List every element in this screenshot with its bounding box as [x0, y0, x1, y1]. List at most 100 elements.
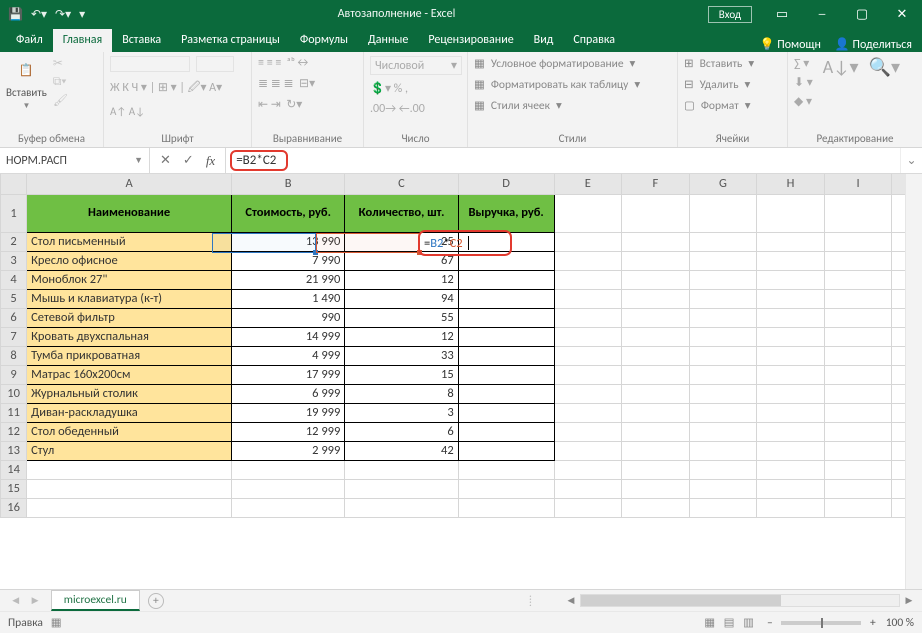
row-header[interactable]: 9	[1, 365, 27, 384]
row-header[interactable]: 10	[1, 384, 27, 403]
format-painter-icon[interactable]: 🖌	[53, 93, 68, 108]
formula-input[interactable]: =B2*C2	[226, 148, 900, 173]
paste-button[interactable]: 📋 Вставить ▼	[6, 56, 47, 111]
format-cells-button[interactable]: ▢ Формат ▾	[684, 98, 751, 113]
cell[interactable]	[458, 422, 554, 441]
cell[interactable]: 19 999	[232, 403, 345, 422]
tab-review[interactable]: Рецензирование	[418, 29, 523, 52]
share-button[interactable]: 👤 Поделиться	[835, 37, 912, 52]
cell[interactable]: 14 999	[232, 327, 345, 346]
tab-formulas[interactable]: Формулы	[290, 29, 358, 52]
row-header[interactable]: 4	[1, 270, 27, 289]
format-as-table-button[interactable]: ▦ Форматировать как таблицу ▾	[474, 77, 640, 92]
cell[interactable]: 21 990	[232, 270, 345, 289]
cell[interactable]: 42	[345, 441, 458, 460]
sheet-nav-prev-icon[interactable]: ◄	[10, 594, 21, 608]
name-box[interactable]: НОРМ.РАСП ▼	[0, 148, 150, 173]
cell[interactable]: 67	[345, 251, 458, 270]
cell[interactable]	[458, 365, 554, 384]
tab-layout[interactable]: Разметка страницы	[171, 29, 290, 52]
cell[interactable]: Стул	[27, 441, 232, 460]
view-normal-icon[interactable]: ▦	[704, 616, 715, 630]
cell[interactable]	[458, 327, 554, 346]
hscroll-right[interactable]: ►	[902, 594, 916, 608]
cell[interactable]: 12	[345, 327, 458, 346]
cell[interactable]: Диван-раскладушка	[27, 403, 232, 422]
chevron-down-icon[interactable]: ▼	[134, 155, 143, 166]
sheet-nav-next-icon[interactable]: ►	[29, 594, 40, 608]
cell[interactable]: 6 999	[232, 384, 345, 403]
cell[interactable]	[458, 441, 554, 460]
col-header[interactable]: C	[345, 174, 458, 194]
table-header[interactable]: Наименование	[27, 194, 232, 232]
cell[interactable]	[458, 251, 554, 270]
table-header[interactable]: Стоимость, руб.	[232, 194, 345, 232]
view-pagelayout-icon[interactable]: ▤	[724, 616, 735, 630]
cell[interactable]: 8	[345, 384, 458, 403]
col-header[interactable]: F	[622, 174, 690, 194]
col-header[interactable]: H	[757, 174, 825, 194]
sort-filter-icon[interactable]: A↓▾	[823, 56, 859, 78]
select-all-corner[interactable]	[1, 174, 27, 194]
restore-button[interactable]: ▢	[842, 7, 882, 22]
row-header[interactable]: 3	[1, 251, 27, 270]
cell[interactable]: 990	[232, 308, 345, 327]
cell[interactable]: Матрас 160х200см	[27, 365, 232, 384]
cell[interactable]: 94	[345, 289, 458, 308]
row-header[interactable]: 6	[1, 308, 27, 327]
insert-cells-button[interactable]: ⊞ Вставить ▾	[684, 56, 754, 71]
zoom-level[interactable]: 100 %	[886, 616, 914, 630]
row-header[interactable]: 13	[1, 441, 27, 460]
tab-file[interactable]: Файл	[6, 29, 53, 52]
cell[interactable]	[458, 403, 554, 422]
cell[interactable]	[458, 346, 554, 365]
tab-help[interactable]: Справка	[563, 29, 625, 52]
col-header[interactable]: E	[554, 174, 622, 194]
cell[interactable]: Кресло офисное	[27, 251, 232, 270]
cell[interactable]: Тумба прикроватная	[27, 346, 232, 365]
cell[interactable]: 33	[345, 346, 458, 365]
row-header[interactable]: 16	[1, 498, 27, 517]
delete-cells-button[interactable]: ⊟ Удалить ▾	[684, 77, 750, 92]
hscroll-left[interactable]: ◄	[564, 594, 578, 608]
cell[interactable]: 2 999	[232, 441, 345, 460]
cell[interactable]: 7 990	[232, 251, 345, 270]
horizontal-scrollbar[interactable]	[580, 594, 900, 607]
cancel-formula-button[interactable]: ✕	[160, 153, 171, 168]
row-header[interactable]: 11	[1, 403, 27, 422]
expand-formula-bar[interactable]: ⌄	[900, 148, 922, 173]
view-pagebreak-icon[interactable]: ▥	[743, 616, 754, 630]
cell[interactable]: 55	[345, 308, 458, 327]
cell[interactable]: Журнальный столик	[27, 384, 232, 403]
assist-button[interactable]: 💡 Помощн	[760, 37, 821, 52]
row-header[interactable]: 1	[1, 194, 27, 232]
cell[interactable]	[458, 270, 554, 289]
copy-icon[interactable]: ⧉▾	[53, 75, 68, 89]
row-header[interactable]: 15	[1, 479, 27, 498]
row-header[interactable]: 12	[1, 422, 27, 441]
cell[interactable]: 13 990	[232, 232, 345, 251]
cell[interactable]: 12 999	[232, 422, 345, 441]
find-select-icon[interactable]: 🔍▾	[869, 56, 900, 78]
undo-icon[interactable]: ↶▾	[31, 7, 47, 22]
col-header[interactable]: G	[689, 174, 757, 194]
row-header[interactable]: 7	[1, 327, 27, 346]
col-header[interactable]: I	[824, 174, 892, 194]
cell[interactable]	[458, 289, 554, 308]
signin-button[interactable]: Вход	[708, 6, 752, 23]
sheet-tab[interactable]: microexcel.ru	[51, 590, 140, 611]
cell[interactable]: Стол обеденный	[27, 422, 232, 441]
cell[interactable]: Сетевой фильтр	[27, 308, 232, 327]
redo-icon[interactable]: ↷▾	[55, 7, 71, 22]
cell[interactable]: 4 999	[232, 346, 345, 365]
col-header[interactable]: B	[232, 174, 345, 194]
row-header[interactable]: 8	[1, 346, 27, 365]
vertical-scrollbar[interactable]	[905, 174, 922, 589]
cell[interactable]: 6	[345, 422, 458, 441]
row-header[interactable]: 2	[1, 232, 27, 251]
cell[interactable]: 1 490	[232, 289, 345, 308]
cell[interactable]: Моноблок 27"	[27, 270, 232, 289]
cell[interactable]: 3	[345, 403, 458, 422]
save-icon[interactable]: 💾	[8, 7, 23, 22]
tab-home[interactable]: Главная	[53, 29, 112, 52]
